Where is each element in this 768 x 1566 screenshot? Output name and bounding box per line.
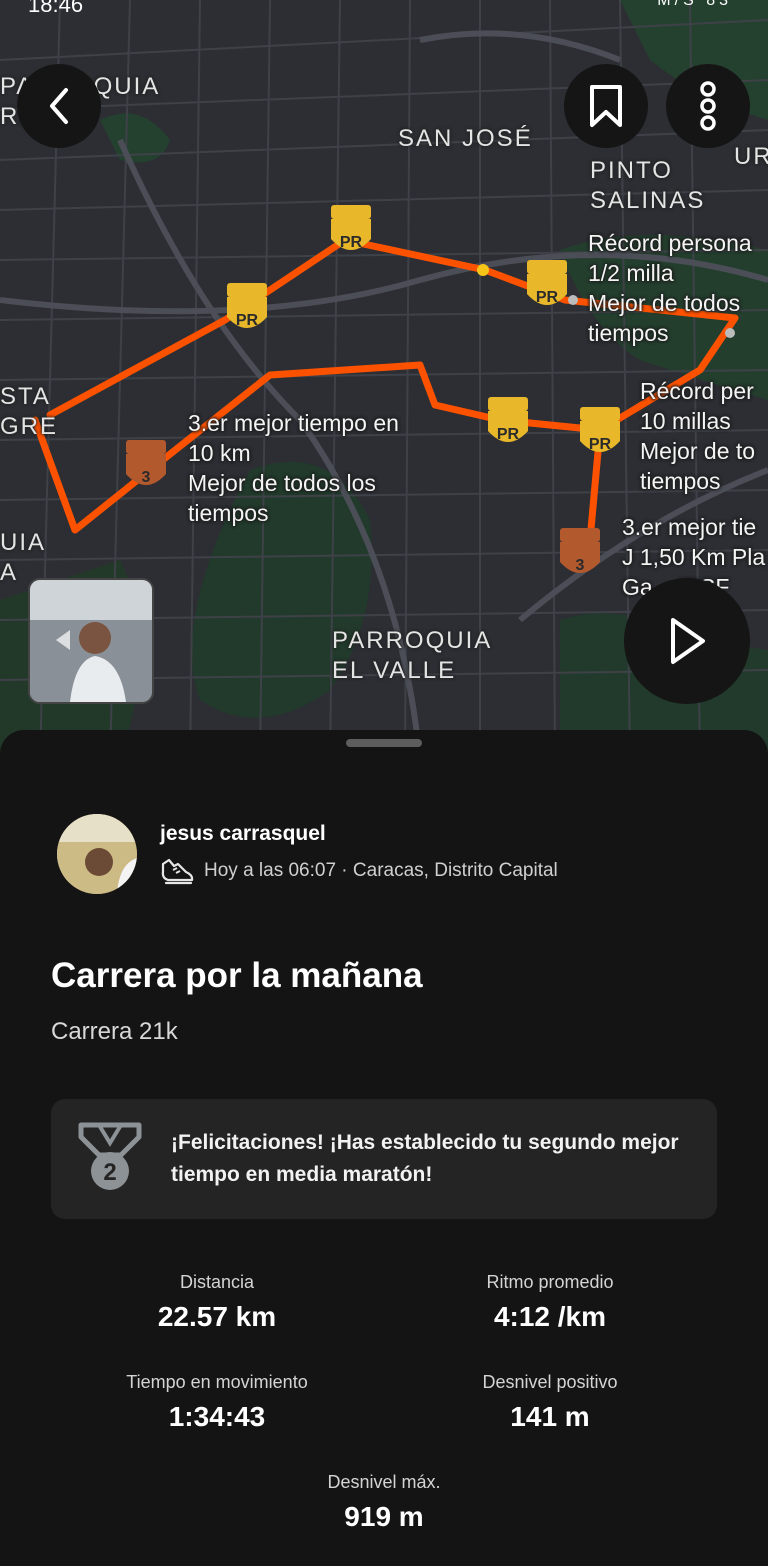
back-button[interactable] <box>17 64 101 148</box>
stat-pace: Ritmo promedio 4:12 /km <box>385 1272 715 1333</box>
stat-label: Desnivel máx. <box>327 1472 441 1492</box>
status-network: M/S <box>657 0 698 9</box>
status-time: 18:46 <box>28 0 84 17</box>
photo-image <box>30 580 152 702</box>
play-icon <box>671 618 705 664</box>
stat-label: Tiempo en movimiento <box>126 1372 308 1392</box>
stat-moving-time: Tiempo en movimiento 1:34:43 <box>52 1372 382 1433</box>
third-place-badge[interactable]: 3 <box>555 528 605 584</box>
avatar-image <box>57 814 137 894</box>
pr-annotation-ten-km: 3.er mejor tiempo en 10 km Mejor de todo… <box>188 410 399 526</box>
pr-badge-text: PR <box>340 234 363 251</box>
activity-title: Carrera por la mañana <box>51 956 423 995</box>
stat-value: 22.57 km <box>157 1301 277 1332</box>
sheet-drag-handle[interactable] <box>346 739 422 747</box>
medal-icon: 2 <box>78 1122 142 1190</box>
achievement-text: ¡Felicitaciones! ¡Has establecido tu seg… <box>171 1131 679 1186</box>
stat-value: 919 m <box>344 1501 424 1532</box>
bookmark-icon <box>590 85 622 127</box>
status-bar: 18:46 M/S 83 <box>0 0 768 20</box>
route-map[interactable]: PR PR PR PR PR 3 3 PARROQUIA RE SAN JOSÉ… <box>0 0 768 760</box>
bookmark-button[interactable] <box>564 64 648 148</box>
stat-value: 4:12 /km <box>493 1301 607 1332</box>
stat-distance: Distancia 22.57 km <box>52 1272 382 1333</box>
achievement-card[interactable]: 2 ¡Felicitaciones! ¡Has establecido tu s… <box>51 1099 717 1219</box>
pr-badge[interactable]: PR <box>222 283 272 339</box>
running-shoe-icon <box>161 858 194 885</box>
stat-elevation-gain: Desnivel positivo 141 m <box>385 1372 715 1433</box>
pr-annotation-half-mile: Récord persona 1/2 milla Mejor de todos … <box>588 230 752 346</box>
activity-detail-sheet[interactable]: jesus carrasquel Hoy a las 06:07 · Carac… <box>0 730 768 1566</box>
status-icons: M/S 83 <box>657 0 732 10</box>
more-options-button[interactable] <box>666 64 750 148</box>
battery-icon: 83 <box>706 0 732 9</box>
pr-badge[interactable]: PR <box>326 205 376 261</box>
map-label-el-valle: PARROQUIA EL VALLE <box>332 627 493 684</box>
pr-badge-text: PR <box>536 289 559 306</box>
activity-meta: Hoy a las 06:07 · Caracas, Distrito Capi… <box>160 856 558 886</box>
third-badge-text: 3 <box>576 557 585 574</box>
stat-label: Distancia <box>179 1272 255 1292</box>
stat-label: Desnivel positivo <box>482 1372 618 1392</box>
map-label-san-jose: SAN JOSÉ <box>398 125 533 152</box>
pr-badge-text: PR <box>589 436 612 453</box>
pr-annotation-ten-miles: Récord per 10 millas Mejor de to tiempos <box>640 378 756 494</box>
activity-photo-thumbnail[interactable] <box>28 578 154 704</box>
stat-label: Ritmo promedio <box>486 1272 614 1292</box>
map-label-sta-gre: STA GRE <box>0 383 59 440</box>
avatar[interactable] <box>57 814 137 894</box>
map-label-ur: UR <box>734 143 768 170</box>
map-label-pinto-salinas: PINTO SALINAS <box>590 157 706 214</box>
pr-badge-text: PR <box>236 312 259 329</box>
stat-value: 141 m <box>510 1401 590 1432</box>
pr-badge[interactable]: PR <box>522 260 572 316</box>
athlete-name[interactable]: jesus carrasquel <box>160 822 326 846</box>
pr-badge-text: PR <box>497 426 520 443</box>
activity-description: Carrera 21k <box>51 1018 178 1045</box>
third-badge-text: 3 <box>142 469 151 486</box>
activity-date-location: Hoy a las 06:07 · Caracas, Distrito Capi… <box>204 860 558 881</box>
more-vertical-icon <box>700 81 716 131</box>
third-place-badge[interactable]: 3 <box>121 440 171 496</box>
pr-badge[interactable]: PR <box>483 397 533 453</box>
pr-badge[interactable]: PR <box>575 407 625 463</box>
stat-max-elevation: Desnivel máx. 919 m <box>219 1472 549 1533</box>
medal-number: 2 <box>103 1159 116 1186</box>
play-flyover-button[interactable] <box>624 578 750 704</box>
back-arrow-icon <box>50 88 68 124</box>
stat-value: 1:34:43 <box>168 1401 266 1432</box>
